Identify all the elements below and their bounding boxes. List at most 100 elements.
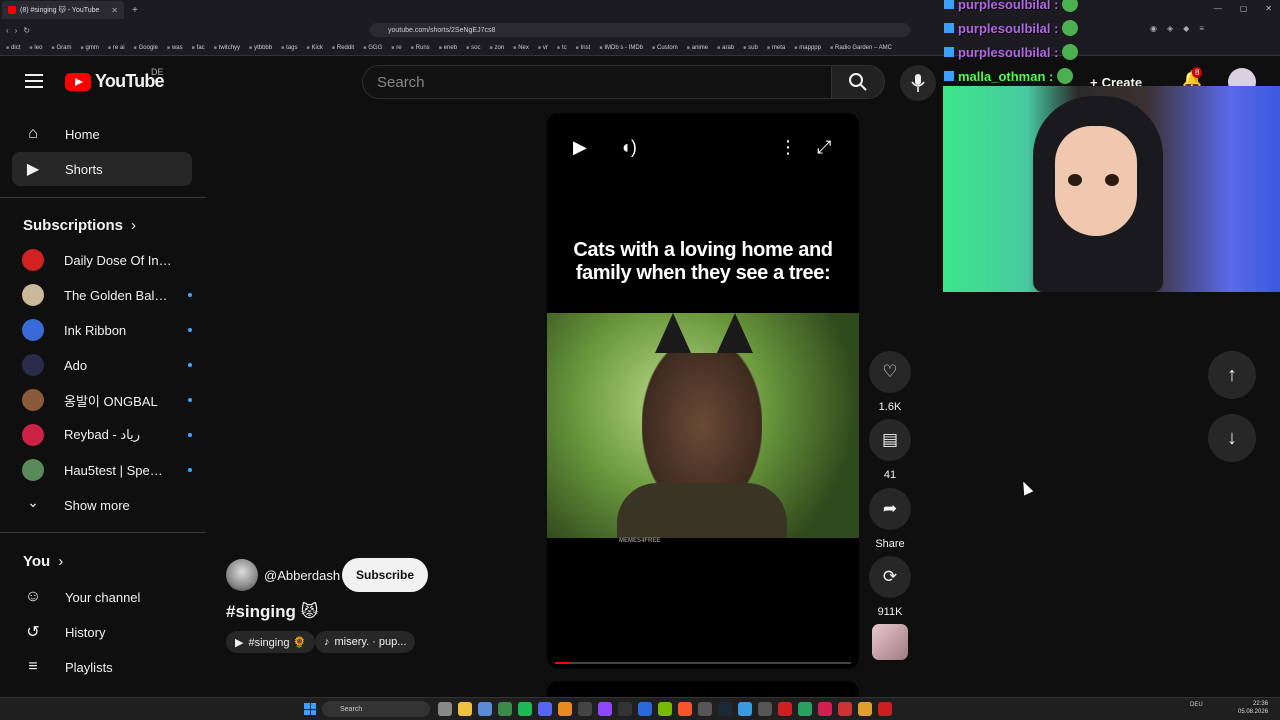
sound-thumbnail[interactable] — [872, 624, 908, 660]
app-icon[interactable] — [798, 702, 812, 716]
url-field[interactable]: youtube.com/shorts/2SeNgEJ7cs8 — [370, 23, 910, 37]
more-options-icon[interactable]: ⋮ — [779, 137, 797, 158]
search-input[interactable]: Search — [362, 65, 832, 99]
bookmark[interactable]: GGG — [363, 45, 382, 51]
brave-browser-icon[interactable] — [678, 702, 692, 716]
bookmark[interactable]: re ai — [108, 45, 125, 51]
voice-search-button[interactable] — [900, 65, 936, 101]
sidebar-item-subscription[interactable]: Reybad - رياد — [12, 418, 192, 452]
taskbar-search[interactable]: Search — [322, 701, 430, 717]
channel-avatar[interactable] — [226, 559, 258, 591]
bookmark[interactable]: IMDb s - IMDb — [599, 45, 643, 51]
sidebar-item-subscription[interactable]: Ado — [12, 348, 192, 382]
bookmark[interactable]: tags — [281, 45, 297, 51]
discord-icon[interactable] — [538, 702, 552, 716]
hamburger-menu-icon[interactable] — [25, 74, 43, 88]
like-button[interactable]: ♡ 1.6K — [868, 351, 912, 413]
app-icon[interactable] — [478, 702, 492, 716]
bookmark[interactable]: mapppp — [794, 45, 821, 51]
maximize-icon[interactable]: ▢ — [1240, 4, 1248, 13]
sidebar-item-playlists[interactable]: ≡ Playlists — [12, 650, 192, 684]
app-icon[interactable] — [778, 702, 792, 716]
settings-app-icon[interactable] — [438, 702, 452, 716]
bookmark[interactable]: Kick — [306, 45, 323, 51]
bookmark[interactable]: meta — [767, 45, 785, 51]
vlc-icon[interactable] — [558, 702, 572, 716]
forward-icon[interactable]: › — [15, 26, 18, 35]
volume-icon[interactable]: ◖) — [620, 137, 637, 158]
app-icon[interactable] — [698, 702, 712, 716]
app-icon[interactable] — [858, 702, 872, 716]
app-icon[interactable] — [618, 702, 632, 716]
windows-start-icon[interactable] — [304, 703, 316, 715]
next-short-button[interactable]: ↓ — [1208, 414, 1256, 462]
bookmark[interactable]: Reddit — [332, 45, 354, 51]
sound-chip[interactable]: ♪ misery. · pup... — [315, 631, 416, 653]
bookmark[interactable]: sub — [743, 45, 758, 51]
bookmark[interactable]: Nex — [513, 45, 529, 51]
remix-button[interactable]: ⟳ 911K — [868, 556, 912, 618]
subscribe-button[interactable]: Subscribe — [342, 558, 429, 592]
bookmark[interactable]: anime — [687, 45, 708, 51]
you-heading[interactable]: You › — [23, 553, 63, 570]
bookmark[interactable]: re — [391, 45, 401, 51]
youtube-logo[interactable]: YouTube DE — [65, 67, 165, 92]
sidebar-item-subscription[interactable]: 옹발이 ONGBAL — [12, 383, 192, 417]
bookmark[interactable]: Inst — [576, 45, 591, 51]
extension-icon[interactable]: ◈ — [1167, 24, 1173, 33]
bookmark[interactable]: zon — [489, 45, 504, 51]
back-icon[interactable]: ‹ — [6, 26, 9, 35]
app-icon[interactable] — [818, 702, 832, 716]
search-button[interactable] — [831, 65, 885, 99]
reload-icon[interactable]: ↻ — [23, 26, 30, 35]
bookmark[interactable]: tc — [557, 45, 567, 51]
previous-short-button[interactable]: ↑ — [1208, 351, 1256, 399]
nvidia-icon[interactable] — [658, 702, 672, 716]
video-progress-bar[interactable] — [555, 662, 851, 664]
share-button[interactable]: ➦ Share — [868, 488, 912, 550]
twitch-icon[interactable] — [598, 702, 612, 716]
file-explorer-icon[interactable] — [458, 702, 472, 716]
bookmark[interactable]: Custom — [652, 45, 678, 51]
sidebar-item-subscription[interactable]: The Golden Balance — [12, 278, 192, 312]
bookmark[interactable]: leo — [29, 45, 42, 51]
browser-tab[interactable]: (8) #singing 😽 - YouTube ✕ — [2, 1, 124, 19]
short-video-player[interactable]: ▶ ◖) ⋮ ⤢ Cats with a loving home and fam… — [547, 113, 859, 669]
app-icon[interactable] — [638, 702, 652, 716]
system-tray-lang[interactable]: DEU — [1190, 702, 1203, 708]
sidebar-item-your-channel[interactable]: ☺ Your channel — [12, 580, 192, 614]
app-icon[interactable] — [758, 702, 772, 716]
bookmark[interactable]: fac — [192, 45, 205, 51]
bookmark[interactable]: dict — [6, 45, 20, 51]
app-icon[interactable] — [738, 702, 752, 716]
bookmark[interactable]: eneb — [439, 45, 457, 51]
bookmark[interactable]: soc — [466, 45, 480, 51]
fullscreen-icon[interactable]: ⤢ — [817, 137, 831, 158]
sidebar-item-subscription[interactable]: Ink Ribbon — [12, 313, 192, 347]
app-icon[interactable] — [498, 702, 512, 716]
hashtag-chip[interactable]: ▶ #singing 🌻 — [226, 631, 316, 653]
close-tab-icon[interactable]: ✕ — [111, 6, 118, 15]
minimize-icon[interactable]: — — [1214, 4, 1222, 13]
comments-button[interactable]: ▤ 41 — [868, 419, 912, 481]
new-tab-icon[interactable]: + — [132, 5, 138, 16]
bookmark[interactable]: vr — [538, 45, 548, 51]
sidebar-item-home[interactable]: ⌂ Home — [12, 117, 192, 151]
bookmark[interactable]: gmm — [80, 45, 98, 51]
bookmark[interactable]: Runs — [411, 45, 430, 51]
bookmark[interactable]: arab — [717, 45, 734, 51]
spotify-icon[interactable] — [518, 702, 532, 716]
sidebar-item-subscription[interactable]: Hau5test | Speedrun — [12, 453, 192, 487]
show-more-button[interactable]: ⌄ Show more — [12, 488, 192, 522]
play-icon[interactable]: ▶ — [573, 137, 587, 158]
app-icon[interactable] — [578, 702, 592, 716]
extension-icon[interactable]: ◉ — [1150, 24, 1157, 33]
close-window-icon[interactable]: ✕ — [1265, 4, 1272, 13]
channel-handle[interactable]: @Abberdash — [264, 568, 340, 583]
app-icon[interactable] — [838, 702, 852, 716]
extension-icon[interactable]: ◆ — [1183, 24, 1189, 33]
app-icon[interactable] — [878, 702, 892, 716]
bookmark[interactable]: Google — [134, 45, 158, 51]
sidebar-item-shorts[interactable]: ▶ Shorts — [12, 152, 192, 186]
bookmark[interactable]: was — [167, 45, 183, 51]
